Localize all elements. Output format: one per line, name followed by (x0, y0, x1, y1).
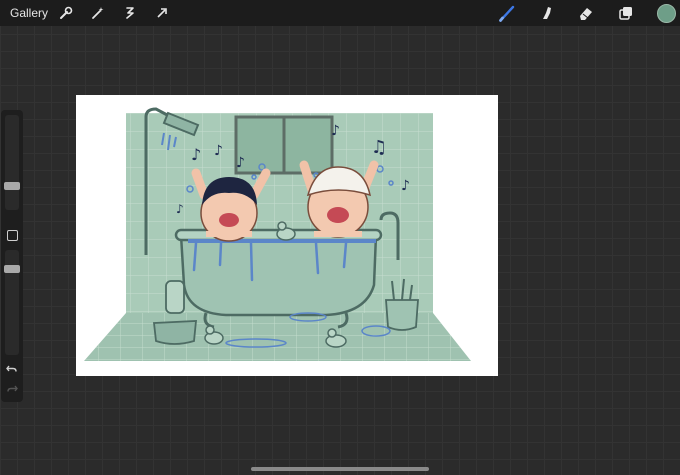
selection-icon[interactable] (121, 4, 139, 22)
gallery-button[interactable]: Gallery (10, 6, 48, 20)
drawing-canvas[interactable]: ♪ ♪ ♪ ♪ ♫ ♪ ♪ (76, 95, 498, 376)
left-sidebar (1, 110, 23, 402)
brush-size-slider[interactable] (5, 115, 19, 210)
toothbrush-cup (385, 299, 419, 331)
redo-icon[interactable] (5, 382, 19, 394)
svg-text:♪: ♪ (401, 178, 410, 194)
brush-icon[interactable] (498, 4, 516, 22)
bucket (152, 320, 197, 345)
svg-text:♪: ♪ (176, 202, 184, 216)
layers-icon[interactable] (617, 4, 635, 22)
undo-icon[interactable] (5, 362, 19, 374)
svg-text:♪: ♪ (214, 143, 223, 159)
soap-bottle (165, 280, 185, 314)
svg-text:♪: ♪ (331, 123, 340, 139)
brush-opacity-thumb[interactable] (4, 264, 20, 273)
brush-size-thumb[interactable] (4, 182, 20, 191)
svg-text:♪: ♪ (236, 155, 245, 171)
modify-button[interactable] (7, 230, 18, 241)
wrench-icon[interactable] (57, 4, 75, 22)
smudge-icon[interactable] (538, 4, 556, 22)
color-picker-swatch[interactable] (657, 4, 676, 23)
top-toolbar: Gallery (0, 0, 680, 26)
magic-wand-icon[interactable] (89, 4, 107, 22)
svg-text:♪: ♪ (191, 145, 201, 164)
transform-arrow-icon[interactable] (153, 4, 171, 22)
svg-text:♫: ♫ (371, 137, 387, 158)
home-indicator (251, 467, 429, 471)
bathroom-illustration: ♪ ♪ ♪ ♪ ♫ ♪ ♪ (84, 107, 471, 361)
eraser-icon[interactable] (577, 4, 595, 22)
